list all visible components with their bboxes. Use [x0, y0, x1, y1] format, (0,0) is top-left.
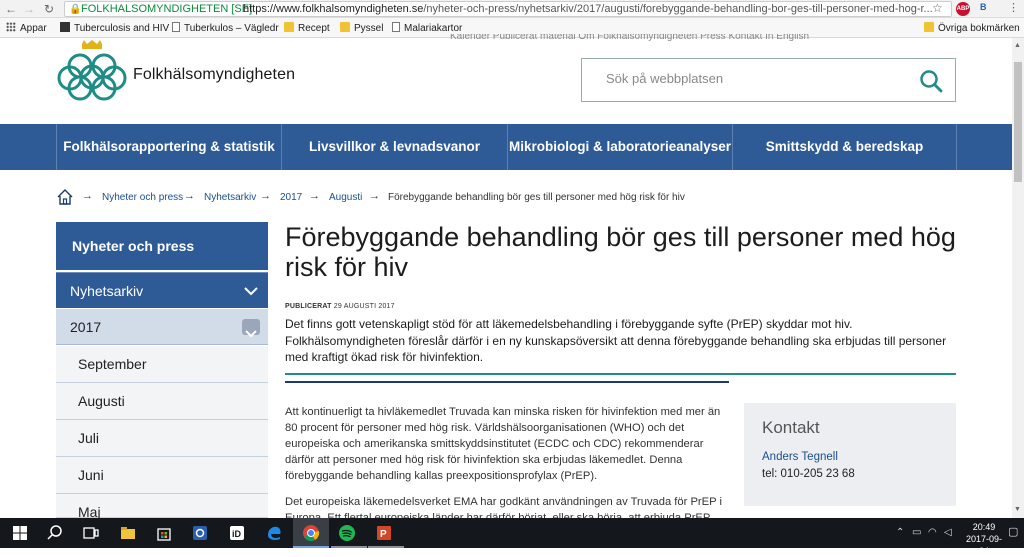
page-title: Förebyggande behandling bör ges till per…: [285, 222, 956, 282]
nav-livsvillkor[interactable]: Livsvillkor & levnadsvanor: [281, 124, 507, 170]
bookmark-recept[interactable]: Recept: [284, 22, 330, 35]
scrollbar-thumb[interactable]: [1014, 62, 1022, 182]
browser-toolbar: ← → ↻ 🔒 FOLKHALSOMYNDIGHETEN [SE] https:…: [0, 0, 1024, 18]
clock-date: 2017-09-04: [965, 534, 1003, 556]
chevron-down-icon[interactable]: [242, 283, 260, 299]
breadcrumb-augusti[interactable]: Augusti: [329, 192, 362, 203]
site-logo-text[interactable]: Folkhälsomyndigheten: [133, 66, 295, 84]
breadcrumb-nyhetsarkiv[interactable]: Nyhetsarkiv: [204, 192, 256, 203]
scroll-up-icon[interactable]: ▲: [1014, 42, 1021, 49]
breadcrumb-arrow-icon: →: [260, 190, 271, 202]
published-date: PUBLICERAT 29 AUGUSTI 2017: [285, 303, 395, 310]
article-paragraph: Att kontinuerligt ta hivläkemedlet Truva…: [285, 406, 721, 482]
wifi-icon[interactable]: ◠: [928, 527, 937, 538]
contact-name-link[interactable]: Anders Tegnell: [762, 451, 838, 463]
tray-chevron-icon[interactable]: ⌃: [896, 527, 904, 538]
windows-taskbar: iD P ⌃ ▭ ◠ ◁ 20:49 2017-09-04 ▢: [0, 518, 1024, 556]
apps-grid-icon: [6, 22, 16, 32]
back-icon[interactable]: ←: [4, 2, 18, 16]
site-identity: FOLKHALSOMYNDIGHETEN [SE]: [81, 3, 253, 15]
forward-icon[interactable]: →: [22, 2, 36, 16]
contact-phone: tel: 010-205 23 68: [762, 468, 855, 480]
sidebar-item-nyhetsarkiv[interactable]: Nyhetsarkiv: [56, 272, 268, 308]
svg-text:iD: iD: [232, 529, 242, 539]
nav-mikrobiologi[interactable]: Mikrobiologi & laboratorieanalyser: [507, 124, 732, 170]
main-navigation: Folkhälsorapportering & statistik Livsvi…: [0, 124, 1012, 170]
nav-smittskydd[interactable]: Smittskydd & beredskap: [732, 124, 956, 170]
sidebar-item-label: 2017: [70, 319, 102, 335]
sidebar-item-2017[interactable]: 2017: [56, 309, 268, 345]
bookmark-other[interactable]: Övriga bokmärken: [924, 22, 1020, 35]
breadcrumb-current: Förebyggande behandling bör ges till per…: [388, 192, 685, 203]
browser-menu-icon[interactable]: ⋮: [1008, 1, 1019, 14]
breadcrumb-2017[interactable]: 2017: [280, 192, 302, 203]
nav-folkhalsorapportering[interactable]: Folkhälsorapportering & statistik: [56, 124, 281, 170]
clock-time: 20:49: [972, 522, 996, 532]
breadcrumb-nyheter-och-press[interactable]: Nyheter och press: [102, 192, 183, 203]
bookmark-tuberkulos[interactable]: Tuberkulos – Vägledr: [172, 22, 279, 35]
divider: [285, 373, 956, 375]
page-icon: [392, 22, 400, 32]
sidebar-item-label: Nyhetsarkiv: [70, 283, 144, 299]
sidebar-item-juni[interactable]: Juni: [56, 457, 268, 494]
volume-icon[interactable]: ◁: [944, 527, 952, 538]
outlook-app-icon[interactable]: [191, 524, 209, 542]
extension-b-icon[interactable]: B: [980, 2, 987, 12]
breadcrumb-arrow-icon: →: [82, 190, 93, 202]
scroll-down-icon[interactable]: ▼: [1014, 506, 1021, 513]
bookmark-apps[interactable]: Appar: [6, 22, 47, 35]
battery-icon[interactable]: ▭: [912, 527, 921, 538]
sidebar-item-juli[interactable]: Juli: [56, 420, 268, 457]
bookmark-star-icon[interactable]: ☆: [932, 1, 943, 15]
breadcrumb-arrow-icon: →: [369, 190, 380, 202]
adblock-plus-icon[interactable]: ABP: [956, 2, 970, 16]
folder-icon: [340, 22, 350, 32]
breadcrumb-arrow-icon: →: [184, 190, 195, 202]
home-icon[interactable]: [56, 188, 74, 206]
page-icon: [172, 22, 180, 32]
app-id-icon[interactable]: iD: [228, 524, 246, 542]
sidebar-heading[interactable]: Nyheter och press: [56, 222, 268, 270]
folder-icon: [924, 22, 934, 32]
reload-icon[interactable]: ↻: [42, 2, 56, 16]
bookmark-tuberculosis-hiv[interactable]: Tuberculosis and HIV: [60, 22, 169, 35]
store-icon[interactable]: [155, 524, 173, 542]
notifications-icon[interactable]: ▢: [1008, 525, 1018, 538]
spotify-icon[interactable]: [338, 524, 356, 542]
taskbar-clock[interactable]: 20:49 2017-09-04: [962, 521, 1006, 557]
contact-box: Kontakt Anders Tegnell tel: 010-205 23 6…: [744, 403, 956, 506]
powerpoint-icon[interactable]: P: [375, 524, 393, 542]
task-view-icon[interactable]: [82, 524, 100, 542]
search-icon[interactable]: [918, 68, 944, 94]
svg-text:P: P: [380, 529, 387, 540]
windows-start-icon[interactable]: [11, 524, 29, 542]
sidebar-item-maj[interactable]: Maj: [56, 494, 268, 520]
search-icon[interactable]: [46, 524, 64, 542]
chrome-browser-icon[interactable]: [302, 524, 320, 542]
url-text: https://www.folkhalsomyndigheten.se/nyhe…: [243, 3, 933, 15]
edge-browser-icon[interactable]: [265, 524, 283, 542]
file-explorer-icon[interactable]: [119, 524, 137, 542]
site-search: [581, 58, 956, 102]
sidebar-item-september[interactable]: September: [56, 346, 268, 383]
bookmark-site-icon: [60, 22, 70, 32]
nav-divider: [956, 124, 1012, 170]
bookmark-pyssel[interactable]: Pyssel: [340, 22, 383, 35]
chevron-down-icon[interactable]: [242, 319, 260, 338]
folder-icon: [284, 22, 294, 32]
folkhalsomyndigheten-logo-icon[interactable]: [56, 40, 128, 104]
lock-icon: 🔒: [69, 4, 82, 15]
breadcrumb-arrow-icon: →: [309, 190, 320, 202]
search-input[interactable]: [606, 71, 906, 86]
sidebar-item-augusti[interactable]: Augusti: [56, 383, 268, 420]
address-bar[interactable]: 🔒 FOLKHALSOMYNDIGHETEN [SE] https://www.…: [64, 1, 952, 17]
contact-heading: Kontakt: [762, 418, 820, 437]
divider: [285, 381, 729, 383]
page-scrollbar[interactable]: ▲ ▼: [1012, 38, 1024, 518]
article-paragraph: Det europeiska läkemedelsverket EMA har …: [285, 496, 722, 518]
top-utility-nav[interactable]: Kalender Publicerat material Om Folkhäls…: [450, 34, 809, 42]
article-lead: Det finns gott vetenskapligt stöd för at…: [285, 317, 947, 364]
